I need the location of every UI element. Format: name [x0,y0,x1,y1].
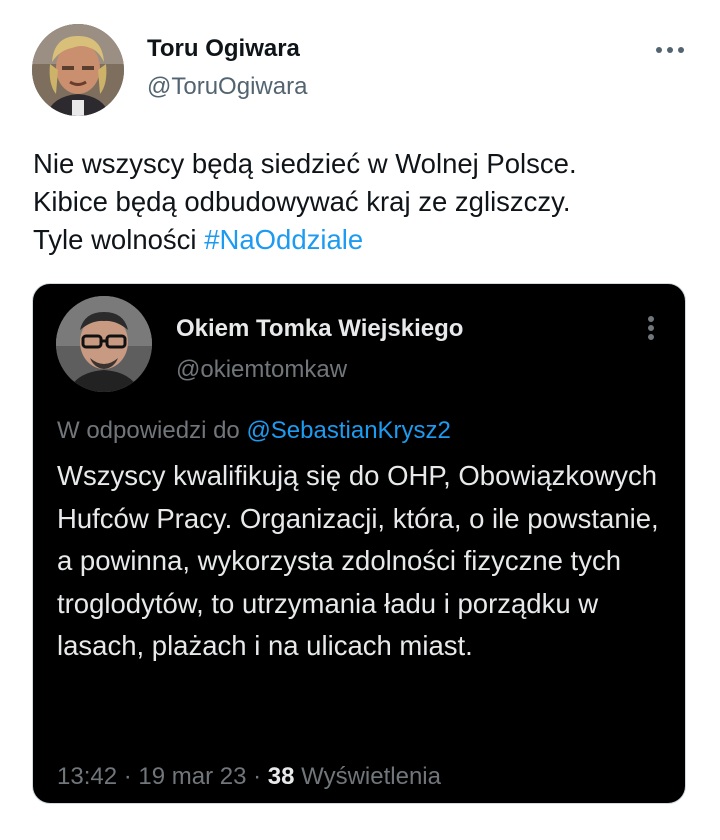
quoted-author-display-name[interactable]: Okiem Tomka Wiejskiego [176,314,463,344]
quoted-tweet-text: Wszyscy kwalifikują się do OHP, Obowiązk… [57,460,659,661]
author-avatar[interactable] [32,24,124,116]
tweet-time[interactable]: 13:42 [57,763,117,790]
more-options-button[interactable] [650,36,690,64]
tweet-text: Nie wszyscy będą siedzieć w Wolnej Polsc… [33,145,693,259]
more-vertical-icon [648,316,654,340]
tweet-text-segment: Tyle wolności [33,224,205,255]
reply-prefix: W odpowiedzi do [57,417,247,444]
tweet: Toru Ogiwara @ToruOgiwara Nie wszyscy bę… [0,0,720,840]
author-display-name[interactable]: Toru Ogiwara [147,34,300,64]
reply-context: W odpowiedzi do @SebastianKrysz2 [57,416,451,446]
quoted-author-avatar[interactable] [56,296,152,392]
quoted-tweet-meta: 13:42 · 19 mar 23 · 38 Wyświetlenia [57,762,441,792]
hashtag-link[interactable]: #NaOddziale [204,224,363,255]
tweet-text-line: Nie wszyscy będą siedzieć w Wolnej Polsc… [33,148,577,179]
tweet-text-line: Tyle wolności #NaOddziale [33,221,693,259]
views-count[interactable]: 38 [268,763,295,790]
author-handle[interactable]: @ToruOgiwara [147,72,307,102]
quoted-tweet-card[interactable]: Okiem Tomka Wiejskiego @okiemtomkaw W od… [32,283,686,804]
reply-mention-link[interactable]: @SebastianKrysz2 [246,417,450,444]
quoted-more-options-button[interactable] [637,312,665,344]
user-avatar-photo-icon [32,24,124,116]
meta-separator: · [117,763,139,790]
user-avatar-photo-icon [56,296,152,392]
tweet-date[interactable]: 19 mar 23 [138,763,246,790]
meta-separator: · [246,763,268,790]
quoted-author-handle[interactable]: @okiemtomkaw [176,355,347,385]
views-label: Wyświetlenia [294,763,441,790]
more-horizontal-icon [656,47,684,53]
tweet-text-line: Kibice będą odbudowywać kraj ze zgliszcz… [33,186,571,217]
